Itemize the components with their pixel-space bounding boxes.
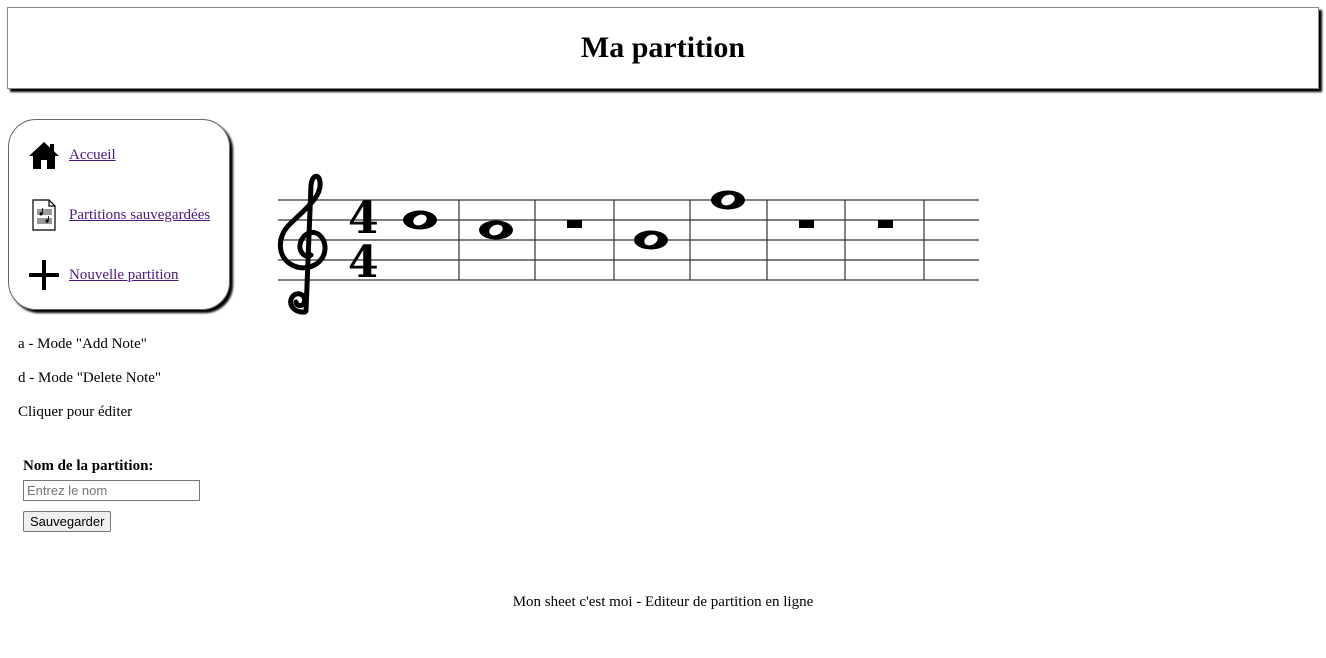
whole-note-f4[interactable] [634,230,668,250]
help-delete-mode: d - Mode "Delete Note" [18,370,162,386]
page-header: Ma partition [7,7,1319,89]
whole-rest-measure-6[interactable] [799,220,814,228]
whole-rest-measure-3[interactable] [567,220,582,228]
sheet-name-input[interactable] [23,480,200,501]
help-click-edit: Cliquer pour éditer [18,404,133,420]
nav-link-saved-sheets[interactable]: Partitions sauvegardées [69,207,210,224]
whole-note-c5[interactable] [403,210,437,230]
save-button[interactable]: Sauvegarder [23,511,112,532]
nav-link-new-sheet[interactable]: Nouvelle partition [69,267,179,284]
treble-clef-icon [277,173,328,315]
nav-link-home[interactable]: Accueil [69,147,116,164]
nav-item-saved-sheets[interactable]: Partitions sauvegardées [27,198,210,232]
save-form: Nom de la partition: Sauvegarder [23,458,200,532]
page-footer: Mon sheet c'est moi - Editeur de partiti… [512,594,814,610]
nav-item-home[interactable]: Accueil [27,138,116,172]
whole-note-g5[interactable] [711,190,745,210]
time-signature-bottom: 4 [348,237,379,288]
plus-icon [27,258,61,292]
whole-note-a4[interactable] [479,220,513,240]
help-add-mode: a - Mode "Add Note" [18,336,147,352]
staff-lines [278,199,979,281]
whole-rest-measure-7[interactable] [878,220,893,228]
music-staff[interactable]: 4 4 [275,165,980,315]
time-signature: 4 4 [348,193,379,288]
sidebar-nav: Accueil Partitions sauvegardées Nouvelle… [8,119,230,310]
nav-item-new-sheet[interactable]: Nouvelle partition [27,258,179,292]
sheet-name-label: Nom de la partition: [23,458,154,474]
home-icon [27,138,61,172]
sheet-music-icon [27,198,61,232]
page-title: Ma partition [580,31,746,64]
